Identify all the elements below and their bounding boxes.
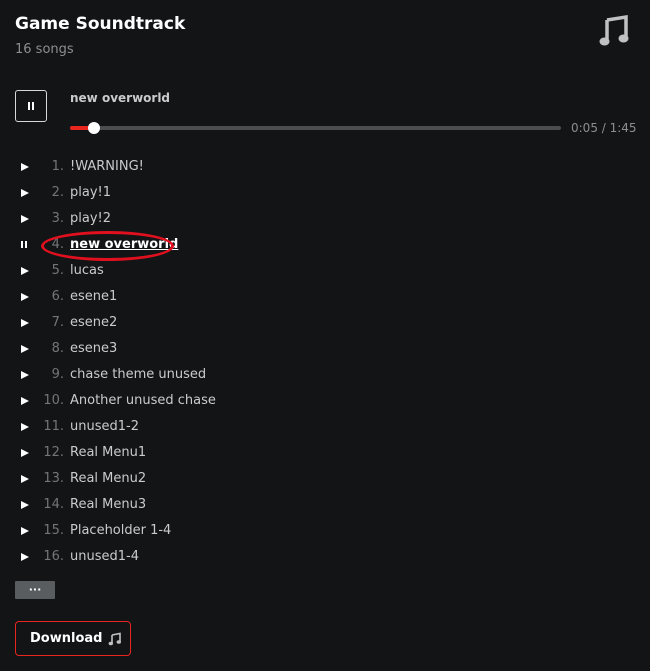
play-icon[interactable]: [21, 553, 29, 561]
pause-icon: [28, 102, 34, 110]
track-number: 13.: [43, 471, 64, 486]
track-row[interactable]: 3. play!2: [0, 206, 650, 232]
play-icon[interactable]: [21, 163, 29, 171]
track-list: 1. !WARNING! 2. play!1 3. play!2 4. new overwor…: [0, 154, 650, 570]
music-note-icon: [109, 632, 122, 645]
track-row[interactable]: 11. unused1-2: [0, 414, 650, 440]
track-number: 6.: [51, 289, 64, 304]
track-number: 12.: [43, 445, 64, 460]
time-display: 0:05 / 1:45: [571, 121, 637, 135]
track-title[interactable]: unused1-2: [70, 419, 139, 434]
track-title[interactable]: play!2: [70, 211, 111, 226]
page-title: Game Soundtrack: [15, 14, 186, 34]
play-icon[interactable]: [21, 267, 29, 275]
track-title[interactable]: esene2: [70, 315, 117, 330]
track-row[interactable]: 1. !WARNING!: [0, 154, 650, 180]
track-row[interactable]: 16. unused1-4: [0, 544, 650, 570]
track-number: 1.: [51, 159, 64, 174]
track-number: 9.: [51, 367, 64, 382]
track-row[interactable]: 6. esene1: [0, 284, 650, 310]
progress-slider[interactable]: [70, 122, 561, 134]
track-row[interactable]: 2. play!1: [0, 180, 650, 206]
track-title[interactable]: esene3: [70, 341, 117, 356]
track-number: 8.: [51, 341, 64, 356]
play-icon[interactable]: [21, 345, 29, 353]
play-icon[interactable]: [21, 423, 29, 431]
track-row[interactable]: 7. esene2: [0, 310, 650, 336]
track-row[interactable]: 5. lucas: [0, 258, 650, 284]
track-number: 2.: [51, 185, 64, 200]
track-title[interactable]: esene1: [70, 289, 117, 304]
play-icon[interactable]: [21, 189, 29, 197]
play-icon[interactable]: [21, 215, 29, 223]
play-icon[interactable]: [21, 397, 29, 405]
track-number: 11.: [43, 419, 64, 434]
now-playing-title: new overworld: [70, 91, 171, 105]
track-title[interactable]: Real Menu1: [70, 445, 146, 460]
play-icon[interactable]: [21, 449, 29, 457]
track-row[interactable]: 10. Another unused chase: [0, 388, 650, 414]
track-title[interactable]: !WARNING!: [70, 159, 144, 174]
pause-icon[interactable]: [21, 241, 27, 248]
song-count: 16 songs: [15, 42, 74, 57]
track-number: 14.: [43, 497, 64, 512]
play-icon[interactable]: [21, 475, 29, 483]
track-title[interactable]: Real Menu3: [70, 497, 146, 512]
track-title[interactable]: Real Menu2: [70, 471, 146, 486]
track-title[interactable]: lucas: [70, 263, 104, 278]
track-row[interactable]: 13. Real Menu2: [0, 466, 650, 492]
track-number: 10.: [43, 393, 64, 408]
track-title[interactable]: Placeholder 1-4: [70, 523, 171, 538]
track-number: 15.: [43, 523, 64, 538]
play-icon[interactable]: [21, 371, 29, 379]
play-icon[interactable]: [21, 293, 29, 301]
play-icon[interactable]: [21, 527, 29, 535]
show-more-button[interactable]: ···: [15, 581, 55, 599]
track-title[interactable]: chase theme unused: [70, 367, 206, 382]
track-title[interactable]: play!1: [70, 185, 111, 200]
track-title[interactable]: Another unused chase: [70, 393, 216, 408]
progress-thumb[interactable]: [87, 122, 100, 134]
track-title[interactable]: unused1-4: [70, 549, 139, 564]
track-row[interactable]: 12. Real Menu1: [0, 440, 650, 466]
play-icon[interactable]: [21, 319, 29, 327]
track-row[interactable]: 15. Placeholder 1-4: [0, 518, 650, 544]
player-pause-button[interactable]: [15, 90, 47, 122]
music-note-icon: [599, 14, 629, 46]
download-label: Download: [30, 631, 103, 646]
track-row[interactable]: 8. esene3: [0, 336, 650, 362]
track-row[interactable]: 9. chase theme unused: [0, 362, 650, 388]
download-button[interactable]: Download: [15, 621, 131, 656]
annotation-circle: [41, 231, 174, 261]
track-number: 5.: [51, 263, 64, 278]
track-number: 16.: [43, 549, 64, 564]
play-icon[interactable]: [21, 501, 29, 509]
track-row[interactable]: 14. Real Menu3: [0, 492, 650, 518]
track-number: 3.: [51, 211, 64, 226]
track-number: 7.: [51, 315, 64, 330]
